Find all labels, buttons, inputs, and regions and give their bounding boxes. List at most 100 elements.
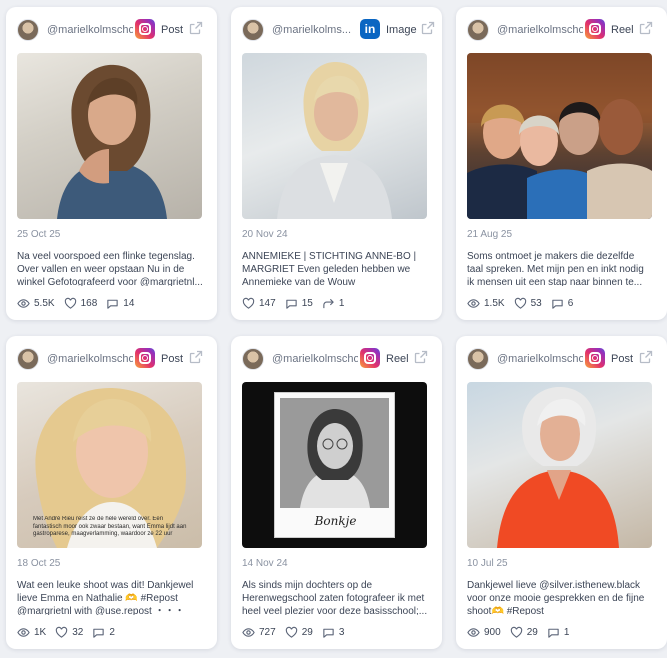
comments-stat: 14 [106,297,134,310]
post-image[interactable]: Bonkje [242,382,427,548]
likes-stat: 29 [285,626,313,639]
comment-icon [552,299,563,309]
post-card[interactable]: @marielkolms... in Image 20 Nov 24 ANNEM… [231,7,442,320]
comment-icon [107,299,118,309]
card-header: @marielkolmschot Reel [456,7,667,51]
card-header: @marielkolmschot Post [6,7,217,51]
heart-icon [56,626,68,638]
post-card[interactable]: @marielkolmschot Reel Bonkje 14 Nov 24 A… [231,336,442,649]
external-link-icon[interactable] [639,350,653,364]
comment-icon [93,628,105,638]
post-caption: Na veel voorspoed een flinke tegenslag. … [17,251,203,286]
post-date: 21 Aug 25 [467,229,513,240]
heart-icon [64,297,76,309]
external-link-icon[interactable] [639,21,653,35]
comment-icon [548,628,559,638]
comments-stat: 6 [551,297,574,310]
post-date: 14 Nov 24 [242,558,288,569]
avatar [242,348,264,370]
views-stat: 727 [242,626,276,639]
comments-count: 1 [563,626,570,638]
eye-icon [17,298,30,308]
comments-count: 2 [109,626,115,638]
likes-count: 53 [530,297,542,309]
account-handle: @marielkolmschot [272,353,358,365]
instagram-icon [360,348,380,368]
avatar [17,19,39,41]
post-stats: 147 15 1 [242,296,344,310]
avatar [242,19,264,41]
shares-stat: 1 [322,297,345,310]
post-image[interactable]: Met André Rieu reist ze de hele wereld o… [17,382,202,548]
eye-icon [467,627,480,637]
post-caption: Als sinds mijn dochters op de Herenwegsc… [242,580,428,615]
likes-count: 147 [259,297,276,309]
post-card[interactable]: @marielkolmschot Post 25 Oct 25 Na veel … [6,7,217,320]
post-type-label: Post [611,353,634,365]
likes-count: 29 [526,626,538,638]
post-stats: 727 29 3 [242,625,344,639]
post-grid: @marielkolmschot Post 25 Oct 25 Na veel … [0,0,667,658]
likes-stat: 53 [514,297,542,310]
post-caption: ANNEMIEKE | STICHTING ANNE-BO | MARGRIET… [242,251,417,286]
views-count: 900 [484,626,501,638]
likes-count: 29 [301,626,313,638]
likes-count: 32 [72,626,84,638]
views-count: 5.5K [34,297,55,309]
post-date: 25 Oct 25 [17,229,61,240]
external-link-icon[interactable] [421,21,435,35]
heart-icon [510,626,522,638]
account-handle: @marielkolmschot [47,353,133,365]
views-count: 1K [34,626,47,638]
likes-stat: 168 [64,297,98,310]
shares-count: 1 [338,297,345,309]
views-stat: 1K [17,626,46,639]
account-handle: @marielkolms... [272,24,352,36]
instagram-icon [135,19,155,39]
comments-stat: 3 [322,626,344,639]
heart-icon [242,297,255,309]
card-header: @marielkolms... in Image [231,7,442,51]
external-link-icon[interactable] [414,350,428,364]
post-caption: Wat een leuke shoot was dit! Dankjewel l… [17,580,194,615]
views-stat: 5.5K [17,297,55,310]
post-card[interactable]: @marielkolmschot Post Met André Rieu rei… [6,336,217,649]
likes-count: 168 [80,297,98,309]
card-header: @marielkolmschot Post [6,336,217,380]
post-type-label: Post [161,353,184,365]
eye-icon [242,627,255,637]
views-stat: 1.5K [467,297,505,310]
likes-stat: 29 [510,626,538,639]
views-count: 1.5K [484,297,505,309]
post-date: 10 Jul 25 [467,558,508,569]
post-image[interactable] [467,53,652,219]
post-type-label: Post [161,24,184,36]
account-handle: @marielkolmschot [47,24,133,36]
post-date: 20 Nov 24 [242,229,288,240]
post-card[interactable]: @marielkolmschot Post 10 Jul 25 Dankjewe… [456,336,667,649]
post-image[interactable] [242,53,427,219]
instagram-icon [585,19,605,39]
post-stats: 1.5K 53 6 [467,296,573,310]
instagram-icon [135,348,155,368]
likes-stat: 32 [55,626,83,639]
post-card[interactable]: @marielkolmschot Reel 21 Aug 25 Soms ont… [456,7,667,320]
account-handle: @marielkolmschot [497,353,583,365]
comments-stat: 2 [92,626,115,639]
external-link-icon[interactable] [189,350,203,364]
heart-icon [514,297,526,309]
post-image[interactable] [17,53,202,219]
comments-count: 6 [567,297,574,309]
likes-stat: 147 [242,297,276,310]
share-icon [323,298,334,308]
polaroid-caption: Bonkje [314,514,357,528]
post-type-label: Image [386,24,417,36]
card-header: @marielkolmschot Post [456,336,667,380]
post-image[interactable] [467,382,652,548]
post-stats: 900 29 1 [467,625,569,639]
external-link-icon[interactable] [189,21,203,35]
linkedin-icon: in [360,19,380,39]
post-caption: Dankjewel lieve @silver.isthenew.black v… [467,580,645,615]
post-type-label: Reel [611,24,634,36]
comments-stat: 15 [285,297,313,310]
